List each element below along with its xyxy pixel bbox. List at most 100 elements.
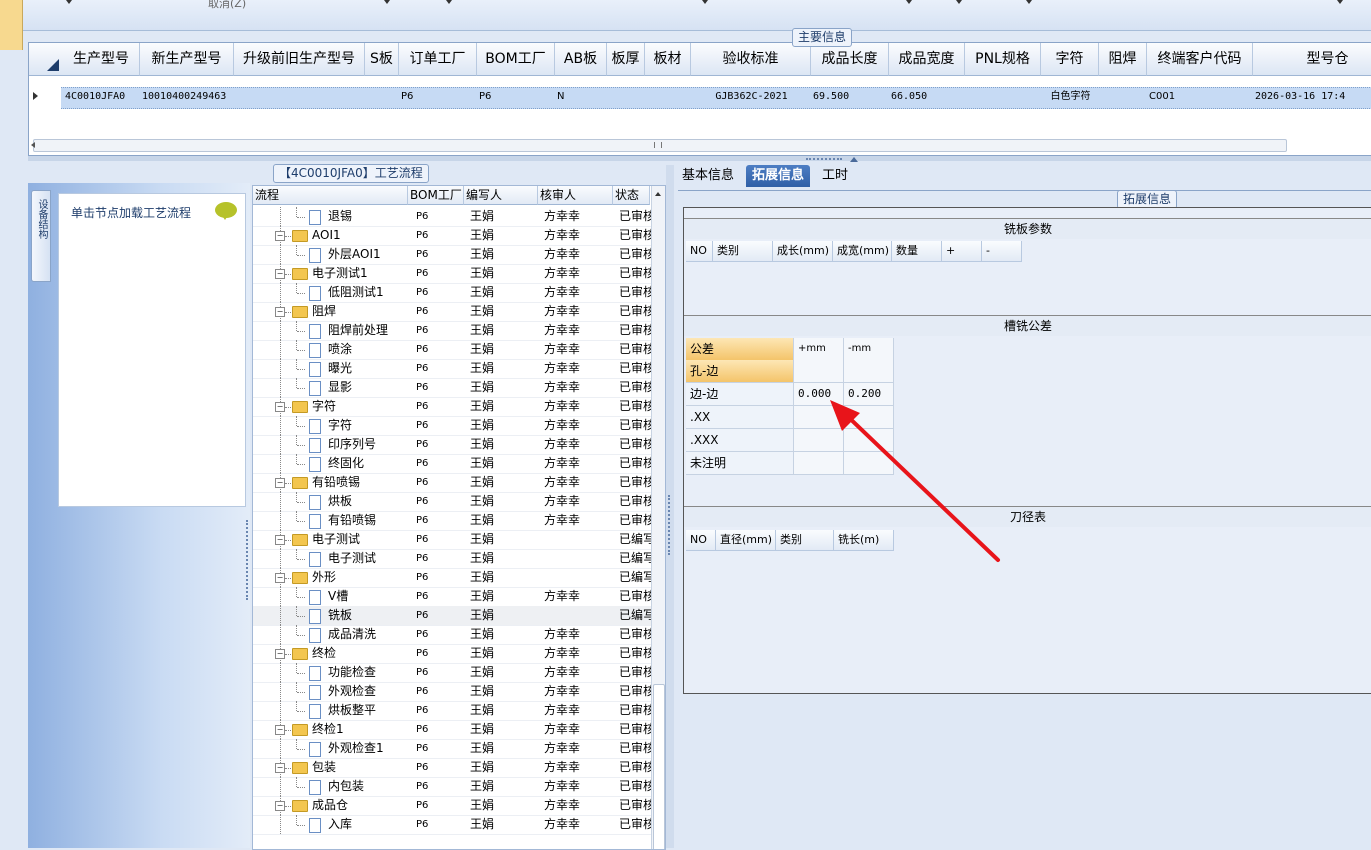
table-cell[interactable]: 69.500 xyxy=(811,87,888,107)
mill-column-header[interactable]: 成长(mm) xyxy=(773,241,833,262)
column-header[interactable]: 型号仓 xyxy=(1253,43,1371,76)
column-header[interactable]: PNL规格 xyxy=(965,43,1041,76)
tree-row[interactable]: 功能检查 P6 王娟 方幸幸 已审核 xyxy=(253,663,651,683)
tree-row[interactable]: 退锡 P6 王娟 方幸幸 已审核 xyxy=(253,207,651,227)
tree-row[interactable]: − 包装 P6 王娟 方幸幸 已审核 xyxy=(253,758,651,778)
tree-row[interactable]: 内包装 P6 王娟 方幸幸 已审核 xyxy=(253,777,651,797)
collapse-toggle-icon[interactable]: − xyxy=(275,402,285,412)
tree-column-header[interactable]: 核审人 xyxy=(538,186,613,205)
tree-column-header[interactable]: 状态 xyxy=(613,186,650,205)
table-cell[interactable]: GJB362C-2021 xyxy=(691,87,810,107)
tree-row[interactable]: − 终检 P6 王娟 方幸幸 已审核 xyxy=(253,644,651,664)
column-header[interactable]: 板厚 xyxy=(607,43,645,76)
table-cell[interactable]: 2026-03-16 17:4 xyxy=(1253,87,1371,107)
tree-row[interactable]: 印序列号 P6 王娟 方幸幸 已审核 xyxy=(253,435,651,455)
dropdown-arrow-icon[interactable] xyxy=(1026,0,1032,4)
scrollbar-thumb[interactable] xyxy=(653,684,665,849)
dropdown-arrow-icon[interactable] xyxy=(702,0,708,4)
tool-column-header[interactable]: 直径(mm) xyxy=(716,530,776,551)
cancel-button[interactable]: 取消(Z) xyxy=(208,0,246,11)
tree-row[interactable]: 喷涂 P6 王娟 方幸幸 已审核 xyxy=(253,340,651,360)
tree-row[interactable]: 入库 P6 王娟 方幸幸 已审核 xyxy=(253,815,651,835)
collapse-toggle-icon[interactable]: − xyxy=(275,725,285,735)
table-cell[interactable]: C001 xyxy=(1147,87,1252,107)
nav-tree-box[interactable]: 单击节点加载工艺流程 xyxy=(58,193,246,507)
column-header[interactable]: 板材 xyxy=(645,43,691,76)
table-cell[interactable] xyxy=(234,87,364,107)
tolerance-column-header[interactable]: -mm xyxy=(844,338,894,361)
mill-column-header[interactable]: - xyxy=(982,241,1022,262)
tree-row[interactable]: 成品清洗 P6 王娟 方幸幸 已审核 xyxy=(253,625,651,645)
dropdown-arrow-icon[interactable] xyxy=(66,0,72,4)
mill-column-header[interactable]: + xyxy=(942,241,982,262)
table-cell[interactable]: N xyxy=(555,87,606,107)
scroll-up-icon[interactable] xyxy=(655,192,661,196)
column-header[interactable]: 成品长度 xyxy=(811,43,889,76)
tolerance-plus-input[interactable] xyxy=(794,360,844,383)
tree-row[interactable]: − 电子测试1 P6 王娟 方幸幸 已审核 xyxy=(253,264,651,284)
tree-row[interactable]: 外观检查1 P6 王娟 方幸幸 已审核 xyxy=(253,739,651,759)
tree-row[interactable]: 低阻测试1 P6 王娟 方幸幸 已审核 xyxy=(253,283,651,303)
column-header[interactable]: 成品宽度 xyxy=(889,43,965,76)
tree-row[interactable]: 字符 P6 王娟 方幸幸 已审核 xyxy=(253,416,651,436)
collapse-toggle-icon[interactable]: − xyxy=(275,269,285,279)
tree-row[interactable]: − 电子测试 P6 王娟 已编写 xyxy=(253,530,651,550)
dropdown-arrow-icon[interactable] xyxy=(446,0,452,4)
tree-row[interactable]: 外层AOI1 P6 王娟 方幸幸 已审核 xyxy=(253,245,651,265)
table-cell[interactable] xyxy=(607,87,644,107)
table-cell[interactable]: P6 xyxy=(399,87,476,107)
column-header[interactable]: 升级前旧生产型号 xyxy=(234,43,365,76)
table-cell[interactable]: 10010400249463 xyxy=(140,87,233,107)
mill-column-header[interactable]: 成宽(mm) xyxy=(833,241,892,262)
table-cell[interactable]: P6 xyxy=(477,87,554,107)
collapse-toggle-icon[interactable]: − xyxy=(275,801,285,811)
table-cell[interactable] xyxy=(645,87,690,107)
column-header[interactable]: 新生产型号 xyxy=(140,43,234,76)
tool-column-header[interactable]: NO xyxy=(686,530,716,551)
mill-column-header[interactable]: NO xyxy=(686,241,713,262)
tree-row[interactable]: 显影 P6 王娟 方幸幸 已审核 xyxy=(253,378,651,398)
collapse-up-icon[interactable] xyxy=(850,157,858,162)
tree-row[interactable]: − 外形 P6 王娟 已编写 xyxy=(253,568,651,588)
table-cell[interactable] xyxy=(1099,87,1146,107)
column-header[interactable]: S板 xyxy=(365,43,399,76)
tree-row[interactable]: 曝光 P6 王娟 方幸幸 已审核 xyxy=(253,359,651,379)
tree-row[interactable]: V槽 P6 王娟 方幸幸 已审核 xyxy=(253,587,651,607)
tree-row[interactable]: 烘板整平 P6 王娟 方幸幸 已审核 xyxy=(253,701,651,721)
collapse-toggle-icon[interactable]: − xyxy=(275,307,285,317)
tree-row[interactable]: − 有铅喷锡 P6 王娟 方幸幸 已审核 xyxy=(253,473,651,493)
table-cell[interactable] xyxy=(965,87,1040,107)
collapse-toggle-icon[interactable]: − xyxy=(275,478,285,488)
column-header[interactable]: AB板 xyxy=(555,43,607,76)
tolerance-minus-input[interactable] xyxy=(844,360,894,383)
table-cell[interactable]: 白色字符 xyxy=(1041,87,1098,107)
collapse-toggle-icon[interactable]: − xyxy=(275,649,285,659)
column-header[interactable]: BOM工厂 xyxy=(477,43,555,76)
dropdown-arrow-icon[interactable] xyxy=(906,0,912,4)
dropdown-arrow-icon[interactable] xyxy=(1337,0,1343,4)
table-cell[interactable]: 66.050 xyxy=(889,87,964,107)
tree-row[interactable]: 铣板 P6 王娟 已编写 xyxy=(253,606,651,626)
tree-row[interactable]: − 终检1 P6 王娟 方幸幸 已审核 xyxy=(253,720,651,740)
dropdown-arrow-icon[interactable] xyxy=(384,0,390,4)
vertical-splitter[interactable] xyxy=(666,165,674,848)
tree-row[interactable]: 终固化 P6 王娟 方幸幸 已审核 xyxy=(253,454,651,474)
collapse-toggle-icon[interactable]: − xyxy=(275,763,285,773)
column-header[interactable]: 验收标准 xyxy=(691,43,811,76)
collapse-toggle-icon[interactable]: − xyxy=(275,231,285,241)
tab-basic-info[interactable]: 基本信息 xyxy=(676,165,740,187)
tree-row[interactable]: 电子测试 P6 王娟 已编写 xyxy=(253,549,651,569)
tree-row[interactable]: − 成品仓 P6 王娟 方幸幸 已审核 xyxy=(253,796,651,816)
column-header[interactable]: 字符 xyxy=(1041,43,1099,76)
tree-column-header[interactable]: 编写人 xyxy=(464,186,538,205)
tolerance-column-header[interactable]: 公差 xyxy=(686,338,794,361)
mill-column-header[interactable]: 数量 xyxy=(892,241,942,262)
tolerance-column-header[interactable]: +mm xyxy=(794,338,844,361)
collapse-toggle-icon[interactable]: − xyxy=(275,535,285,545)
horizontal-splitter[interactable] xyxy=(28,156,1371,161)
tree-column-header[interactable]: BOM工厂 xyxy=(408,186,464,205)
horizontal-scrollbar[interactable] xyxy=(31,139,1287,152)
table-cell[interactable] xyxy=(365,87,398,107)
tab-extended-info[interactable]: 拓展信息 xyxy=(746,165,811,187)
column-header[interactable]: 生产型号 xyxy=(63,43,140,76)
